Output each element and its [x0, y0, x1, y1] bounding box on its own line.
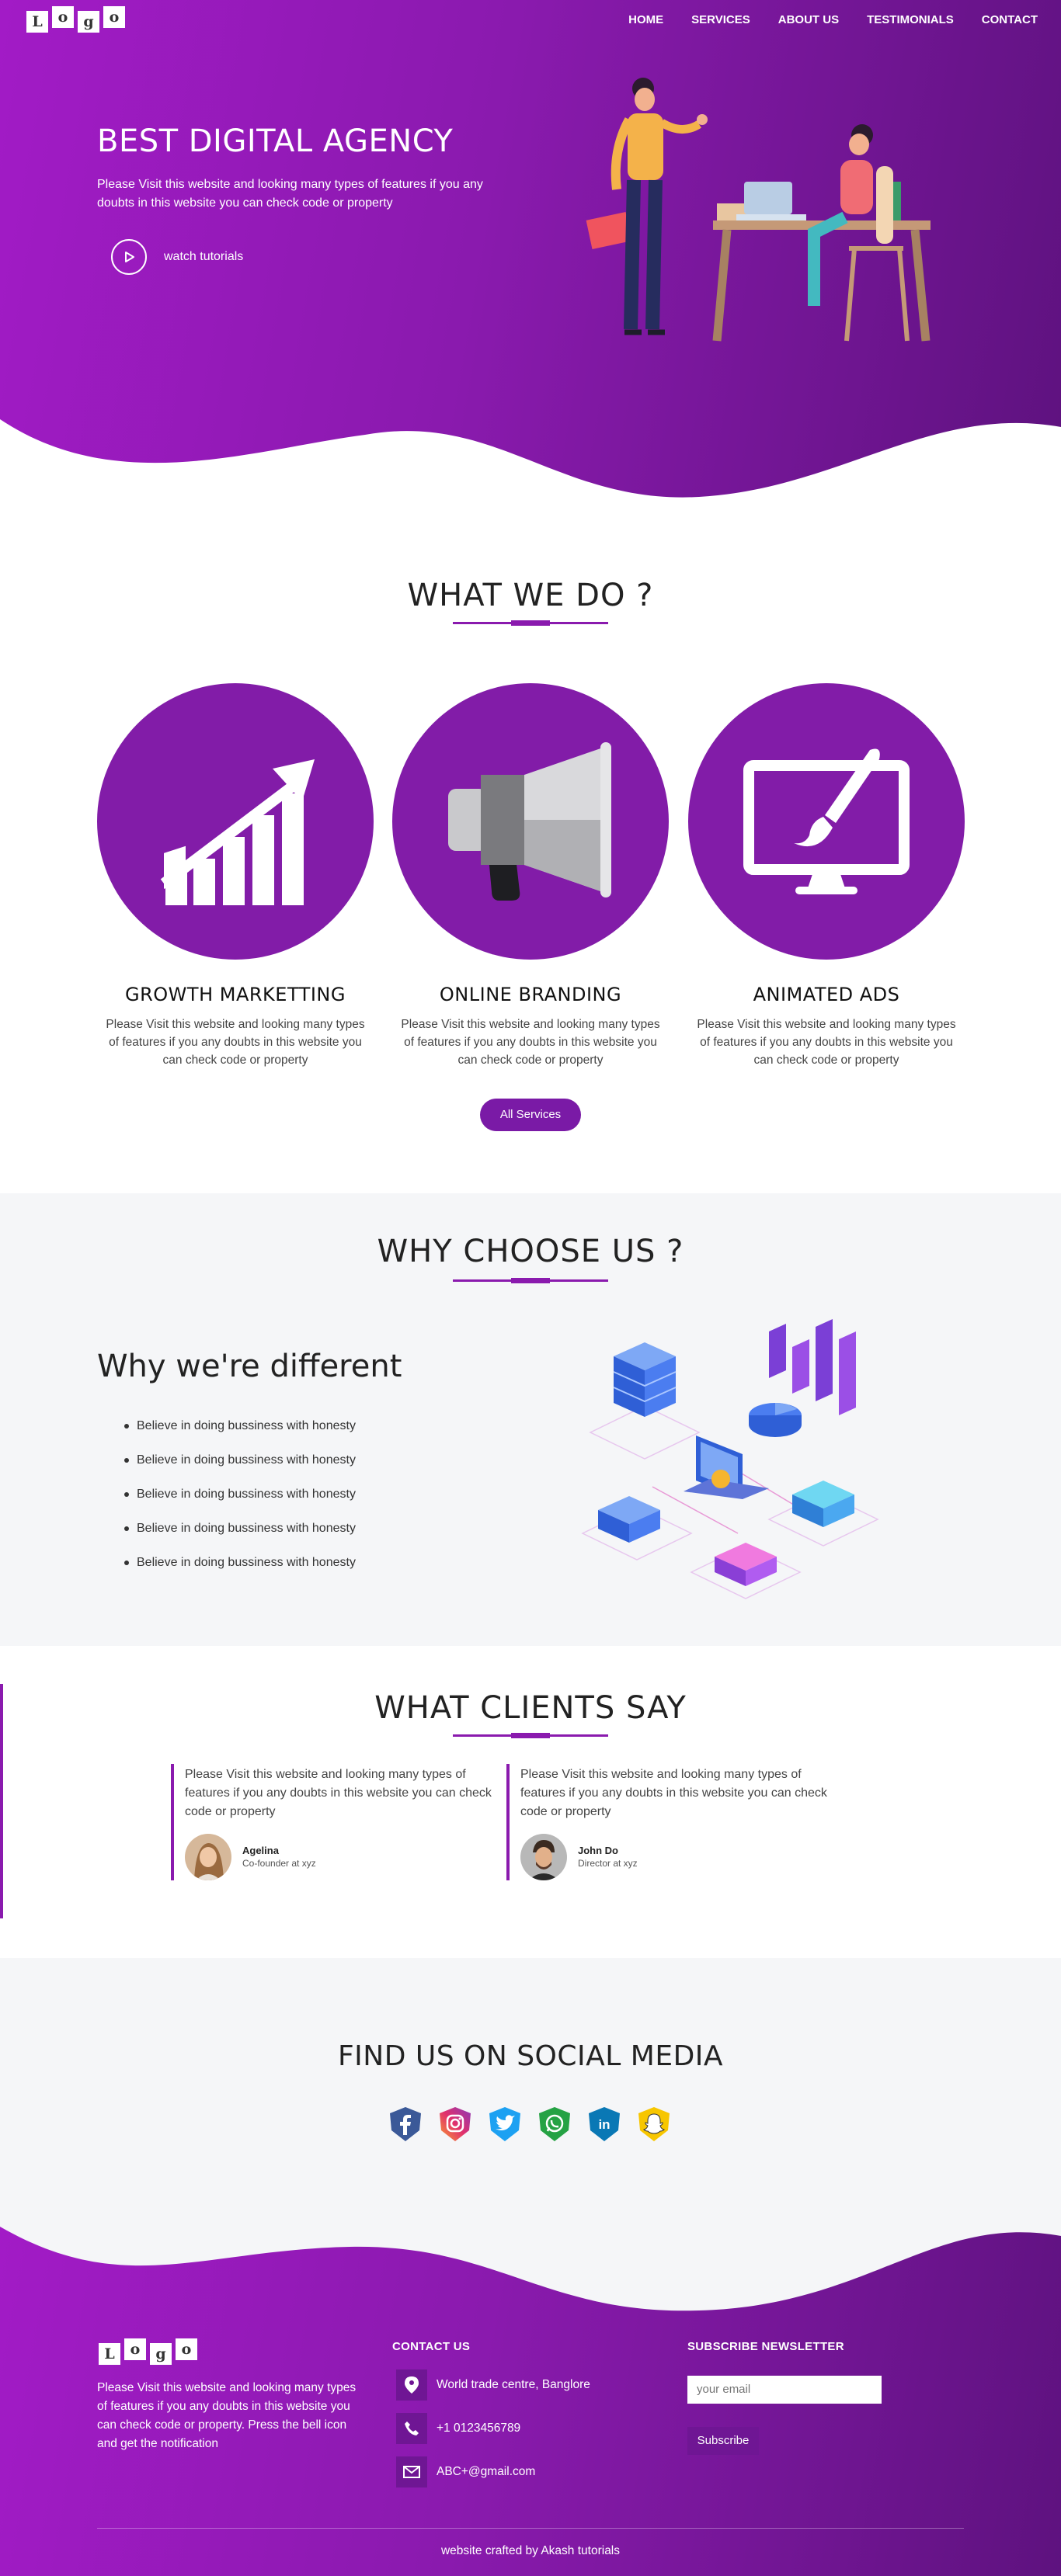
main-nav: HOME SERVICES ABOUT US TESTIMONIALS CONT…: [628, 12, 1038, 28]
list-item: Believe in doing bussiness with honesty: [124, 1512, 356, 1546]
logo-letter: L: [99, 2343, 120, 2365]
nav-contact[interactable]: CONTACT: [982, 12, 1038, 28]
subscribe-button[interactable]: Subscribe: [687, 2427, 759, 2455]
logo-letter: o: [124, 2338, 146, 2360]
title-underline: [453, 1278, 608, 1283]
hero-title: BEST DIGITAL AGENCY: [97, 123, 454, 159]
twitter-icon[interactable]: [486, 2106, 524, 2143]
logo-letter: L: [26, 11, 48, 33]
footer-logo[interactable]: L o g o: [99, 2338, 197, 2365]
logo[interactable]: L o g o: [26, 6, 125, 33]
service-text: Please Visit this website and looking ma…: [401, 1018, 660, 1067]
contact-address: World trade centre, Banglore: [396, 2369, 590, 2401]
two-people-office-illustration: [586, 78, 931, 342]
title-underline: [453, 620, 608, 626]
list-item: Believe in doing bussiness with honesty: [124, 1443, 356, 1477]
instagram-icon[interactable]: [437, 2106, 474, 2143]
testimonial-card: Please Visit this website and looking ma…: [171, 1764, 497, 1880]
watch-tutorials-label: watch tutorials: [164, 250, 244, 263]
nav-about-us[interactable]: ABOUT US: [778, 12, 839, 28]
service-card: ONLINE BRANDING Please Visit this websit…: [392, 683, 669, 1069]
logo-letter: g: [150, 2343, 172, 2365]
growth-chart-icon: [97, 683, 374, 960]
social-icons: in: [387, 2106, 673, 2143]
service-name: ANIMATED ADS: [753, 984, 900, 1005]
author-role: Director at xyz: [578, 1858, 638, 1869]
svg-text:in: in: [598, 2117, 610, 2132]
play-icon: [111, 239, 147, 275]
list-item: Believe in doing bussiness with honesty: [124, 1546, 356, 1580]
address-text: World trade centre, Banglore: [437, 2378, 590, 2391]
testimonial-card: Please Visit this website and looking ma…: [506, 1764, 833, 1880]
all-services-button[interactable]: All Services: [480, 1099, 581, 1131]
logo-letter: o: [103, 6, 125, 28]
social-title: FIND US ON SOCIAL MEDIA: [337, 2040, 724, 2072]
envelope-icon: [396, 2456, 427, 2487]
hero-text: Please Visit this website and looking ma…: [97, 178, 483, 210]
contact-phone: +1 0123456789: [396, 2413, 520, 2444]
hero-section: L o g o HOME SERVICES ABOUT US TESTIMONI…: [0, 0, 1061, 520]
newsletter-heading: SUBSCRIBE NEWSLETTER: [687, 2340, 844, 2353]
service-name: GROWTH MARKETTING: [125, 984, 346, 1005]
service-text: Please Visit this website and looking ma…: [697, 1018, 956, 1067]
title-underline: [453, 1733, 608, 1738]
linkedin-icon[interactable]: in: [586, 2106, 623, 2143]
service-name: ONLINE BRANDING: [439, 984, 622, 1005]
social-section: FIND US ON SOCIAL MEDIA in: [0, 1958, 1061, 2222]
clients-title: WHAT CLIENTS SAY: [374, 1690, 687, 1726]
map-pin-icon: [396, 2369, 427, 2401]
why-title: WHY CHOOSE US ?: [377, 1234, 684, 1269]
why-section: WHY CHOOSE US ? Why we're different Beli…: [0, 1193, 1061, 1646]
testimonial-author: Agelina Co-founder at xyz: [185, 1834, 497, 1880]
why-heading: Why we're different: [97, 1349, 402, 1384]
avatar: [520, 1834, 567, 1880]
contact-email: ABC+@gmail.com: [396, 2456, 535, 2487]
testimonial-text: Please Visit this website and looking ma…: [185, 1768, 492, 1818]
newsletter-email-input[interactable]: [687, 2376, 882, 2404]
logo-letter: g: [78, 11, 99, 33]
megaphone-icon: [392, 683, 669, 960]
monitor-brush-icon: [688, 683, 965, 960]
list-item: Believe in doing bussiness with honesty: [124, 1477, 356, 1512]
list-item: Believe in doing bussiness with honesty: [124, 1409, 356, 1443]
watch-tutorials-button[interactable]: watch tutorials: [111, 239, 243, 275]
author-role: Co-founder at xyz: [242, 1858, 316, 1869]
author-name: John Do: [578, 1845, 618, 1856]
phone-icon: [396, 2413, 427, 2444]
testimonial-author: John Do Director at xyz: [520, 1834, 833, 1880]
isometric-servers-illustration: [581, 1319, 879, 1599]
facebook-icon[interactable]: [387, 2106, 424, 2143]
hero-wave: [0, 419, 1061, 520]
service-card: GROWTH MARKETTING Please Visit this webs…: [97, 683, 374, 1069]
why-points: Believe in doing bussiness with honesty …: [124, 1409, 356, 1580]
whatsapp-icon[interactable]: [536, 2106, 573, 2143]
avatar: [185, 1834, 231, 1880]
phone-text: +1 0123456789: [437, 2422, 521, 2435]
services-title: WHAT WE DO ?: [407, 578, 654, 613]
author-name: Agelina: [242, 1845, 279, 1856]
nav-services[interactable]: SERVICES: [691, 12, 750, 28]
logo-letter: o: [176, 2338, 197, 2360]
logo-letter: o: [52, 6, 74, 28]
nav-testimonials[interactable]: TESTIMONIALS: [867, 12, 954, 28]
footer-about-text: Please Visit this website and looking ma…: [97, 2381, 357, 2450]
footer-divider: [97, 2528, 964, 2529]
footer-credit: website crafted by Akash tutorials: [440, 2544, 621, 2557]
contact-heading: CONTACT US: [392, 2340, 471, 2353]
snapchat-icon[interactable]: [635, 2106, 673, 2143]
nav-home[interactable]: HOME: [628, 12, 663, 28]
service-text: Please Visit this website and looking ma…: [106, 1018, 365, 1067]
service-card: ANIMATED ADS Please Visit this website a…: [688, 683, 965, 1069]
footer-wave: [0, 2220, 1061, 2311]
testimonial-text: Please Visit this website and looking ma…: [520, 1768, 827, 1818]
email-text: ABC+@gmail.com: [437, 2465, 536, 2478]
